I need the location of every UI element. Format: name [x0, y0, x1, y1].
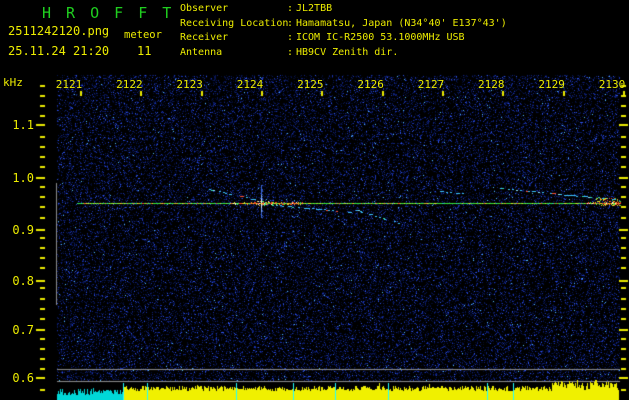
time-tick-label: 2124	[236, 78, 264, 91]
hrofft-screen: H R O F F T 2511242120.png meteor 25.11.…	[0, 0, 629, 400]
time-tick-label: 2122	[116, 78, 143, 91]
time-tick-label: 2125	[297, 78, 324, 91]
spectrogram-canvas	[0, 0, 629, 400]
info-label: Antenna	[180, 47, 223, 58]
info-row-observer: Observer : JL2TBB	[0, 3, 629, 16]
info-value: ICOM IC-R2500 53.1000MHz USB	[296, 32, 465, 43]
freq-tick-label: 1.0	[12, 171, 34, 185]
time-tick-label: 2121	[55, 78, 83, 91]
info-separator: :	[287, 32, 294, 43]
info-separator: :	[287, 47, 294, 58]
info-separator: :	[287, 3, 294, 14]
freq-tick-label: 0.9	[12, 223, 34, 237]
time-tick-label: 2130	[598, 78, 626, 91]
time-tick-label: 2129	[538, 78, 565, 91]
time-tick-label: 2127	[417, 78, 445, 91]
info-value: HB9CV Zenith dir.	[296, 47, 399, 58]
time-tick-label: 2123	[176, 78, 203, 91]
time-tick-label: 2128	[478, 78, 505, 91]
info-separator: :	[287, 18, 294, 29]
freq-tick-label: 0.8	[12, 274, 34, 288]
freq-tick-label: 1.1	[12, 118, 34, 132]
info-label: Observer	[180, 3, 229, 14]
time-tick-label: 2126	[357, 78, 384, 91]
freq-tick-label: 0.7	[12, 323, 34, 337]
info-row-location: Receiving Location : Hamamatsu, Japan (N…	[0, 18, 629, 31]
info-value: JL2TBB	[296, 3, 333, 14]
info-label: Receiving Location	[180, 18, 289, 29]
freq-tick-label: 0.6	[12, 371, 34, 385]
info-row-receiver: Receiver : ICOM IC-R2500 53.1000MHz USB	[0, 32, 629, 45]
freq-unit-label: kHz	[3, 76, 23, 89]
info-value: Hamamatsu, Japan (N34°40' E137°43')	[296, 18, 507, 29]
info-row-antenna: Antenna : HB9CV Zenith dir.	[0, 47, 629, 60]
info-label: Receiver	[180, 32, 229, 43]
